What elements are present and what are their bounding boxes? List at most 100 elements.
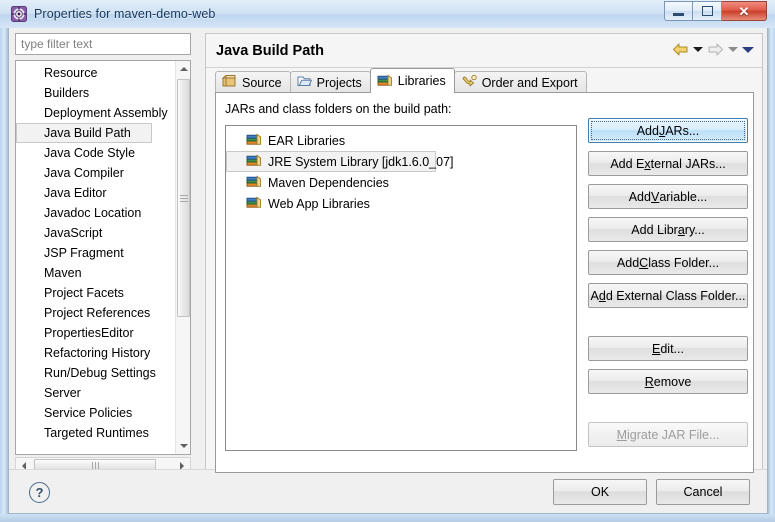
- page-header: Java Build Path: [206, 34, 762, 68]
- button-group-divider: [588, 402, 748, 414]
- list-item-label: Maven Dependencies: [268, 175, 389, 190]
- panel-description: JARs and class folders on the build path…: [225, 102, 452, 116]
- scroll-grip-icon: [179, 193, 188, 204]
- list-item-jre-system-library[interactable]: JRE System Library [jdk1.6.0_07]: [226, 151, 454, 172]
- vertical-scroll-thumb[interactable]: [177, 79, 190, 317]
- sidebar-item-deployment-assembly[interactable]: Deployment Assembly: [16, 103, 176, 123]
- sidebar-item-java-compiler[interactable]: Java Compiler: [16, 163, 176, 183]
- add-external-jars-button[interactable]: Add Ex ternal JARs...: [588, 151, 748, 176]
- list-item-label: Web App Libraries: [268, 196, 370, 211]
- sidebar-item-run-debug-settings[interactable]: Run/Debug Settings: [16, 363, 176, 383]
- sidebar-item-project-facets[interactable]: Project Facets: [16, 283, 176, 303]
- scroll-down-button[interactable]: [176, 438, 190, 454]
- add-class-folder-button[interactable]: Add Class Folder...: [588, 250, 748, 275]
- build-path-tabs: Source Projects Libraries Order and Expo…: [215, 68, 587, 93]
- add-jars-button[interactable]: Add J ARs...: [588, 118, 748, 143]
- library-books-icon: [246, 195, 262, 212]
- books-icon: [377, 73, 393, 90]
- dialog-client-area: Resource Builders Deployment Assembly Ja…: [8, 28, 768, 514]
- window-controls: ✕: [664, 1, 767, 21]
- list-item-maven-dependencies[interactable]: Maven Dependencies: [226, 172, 576, 193]
- page-navigation: [672, 42, 754, 57]
- remove-button[interactable]: Remove: [588, 369, 748, 394]
- sidebar-item-properties-editor[interactable]: PropertiesEditor: [16, 323, 176, 343]
- tab-projects[interactable]: Projects: [289, 71, 371, 93]
- order-export-icon: [461, 74, 477, 91]
- scroll-up-button[interactable]: [176, 61, 190, 77]
- more-dropdown-icon[interactable]: [742, 46, 754, 53]
- title-bar[interactable]: Properties for maven-demo-web ✕: [0, 0, 775, 28]
- button-group-divider: [588, 316, 748, 328]
- tab-projects-label: Projects: [316, 75, 362, 90]
- cancel-button[interactable]: Cancel: [656, 479, 750, 505]
- properties-dialog-window: Properties for maven-demo-web ✕ Resource…: [0, 0, 775, 522]
- tab-source[interactable]: Source: [215, 71, 291, 93]
- list-item-ear-libraries[interactable]: EAR Libraries: [226, 130, 576, 151]
- settings-navigation-pane: Resource Builders Deployment Assembly Ja…: [15, 33, 197, 481]
- sidebar-item-refactoring-history[interactable]: Refactoring History: [16, 343, 176, 363]
- settings-tree[interactable]: Resource Builders Deployment Assembly Ja…: [15, 60, 191, 455]
- sidebar-item-java-editor[interactable]: Java Editor: [16, 183, 176, 203]
- sidebar-item-javascript[interactable]: JavaScript: [16, 223, 176, 243]
- sidebar-item-service-policies[interactable]: Service Policies: [16, 403, 176, 423]
- sidebar-item-jsp-fragment[interactable]: JSP Fragment: [16, 243, 176, 263]
- library-books-icon: [246, 153, 262, 170]
- page-title: Java Build Path: [216, 42, 324, 59]
- sidebar-item-resource[interactable]: Resource: [16, 63, 176, 83]
- sidebar-item-project-references[interactable]: Project References: [16, 303, 176, 323]
- list-item-label: EAR Libraries: [268, 133, 346, 148]
- sidebar-item-javadoc-location[interactable]: Javadoc Location: [16, 203, 176, 223]
- list-item-web-app-libraries[interactable]: Web App Libraries: [226, 193, 576, 214]
- libraries-list[interactable]: EAR Libraries JRE System Library [jdk1.6…: [225, 125, 577, 451]
- triangle-up-icon: [179, 67, 188, 71]
- window-frame-right: [768, 0, 775, 522]
- maximize-button[interactable]: [693, 1, 722, 21]
- dialog-footer: ? OK Cancel: [9, 469, 767, 513]
- add-library-button[interactable]: Add Libr a ry...: [588, 217, 748, 242]
- libraries-tab-panel: JARs and class folders on the build path…: [215, 92, 754, 473]
- close-button[interactable]: ✕: [722, 1, 767, 21]
- sidebar-item-server[interactable]: Server: [16, 383, 176, 403]
- dialog-action-buttons: OK Cancel: [553, 479, 750, 505]
- sidebar-item-targeted-runtimes[interactable]: Targeted Runtimes: [16, 423, 176, 443]
- add-variable-button[interactable]: Add Variable...: [588, 184, 748, 209]
- help-icon[interactable]: ?: [29, 482, 50, 503]
- tab-libraries-label: Libraries: [397, 74, 446, 88]
- tab-source-label: Source: [242, 75, 282, 90]
- sidebar-item-java-build-path[interactable]: Java Build Path: [16, 123, 152, 143]
- edit-button[interactable]: Edit...: [588, 336, 748, 361]
- settings-tree-list: Resource Builders Deployment Assembly Ja…: [16, 63, 176, 443]
- back-dropdown-icon[interactable]: [693, 47, 703, 52]
- tab-libraries[interactable]: Libraries: [369, 68, 455, 93]
- open-folder-icon: [297, 74, 312, 91]
- sidebar-item-maven[interactable]: Maven: [16, 263, 176, 283]
- settings-tree-vertical-scrollbar[interactable]: [175, 61, 190, 454]
- forward-arrow-icon: [707, 42, 724, 57]
- filter-input[interactable]: [15, 33, 191, 55]
- sidebar-item-builders[interactable]: Builders: [16, 83, 176, 103]
- properties-gear-icon: [11, 6, 27, 22]
- minimize-button[interactable]: [664, 1, 693, 21]
- migrate-jar-file-button: Migrate JAR File...: [588, 422, 748, 447]
- window-frame-left: [0, 0, 8, 522]
- back-arrow-icon[interactable]: [672, 42, 689, 57]
- library-books-icon: [246, 174, 262, 191]
- tab-order-and-export[interactable]: Order and Export: [453, 71, 587, 93]
- scroll-grip-icon: [91, 462, 99, 469]
- close-icon: ✕: [738, 3, 750, 19]
- triangle-down-icon: [179, 444, 188, 448]
- source-package-icon: [221, 74, 237, 91]
- maximize-icon: [701, 6, 713, 16]
- library-books-icon: [246, 132, 262, 149]
- list-item-label: JRE System Library [jdk1.6.0_07]: [268, 154, 454, 169]
- window-frame-bottom: [0, 514, 775, 522]
- sidebar-item-java-code-style[interactable]: Java Code Style: [16, 143, 176, 163]
- forward-dropdown-icon: [728, 47, 738, 52]
- ok-button[interactable]: OK: [553, 479, 647, 505]
- add-external-class-folder-button[interactable]: Add External Class Folder...: [588, 283, 748, 308]
- tab-order-and-export-label: Order and Export: [481, 75, 578, 90]
- java-build-path-page: Java Build Path Source Projects Librarie…: [205, 33, 763, 481]
- window-title: Properties for maven-demo-web: [34, 7, 216, 21]
- libraries-actions: Add J ARs... Add Ex ternal JARs... Add Var…: [588, 118, 748, 447]
- minimize-icon: [673, 12, 684, 16]
